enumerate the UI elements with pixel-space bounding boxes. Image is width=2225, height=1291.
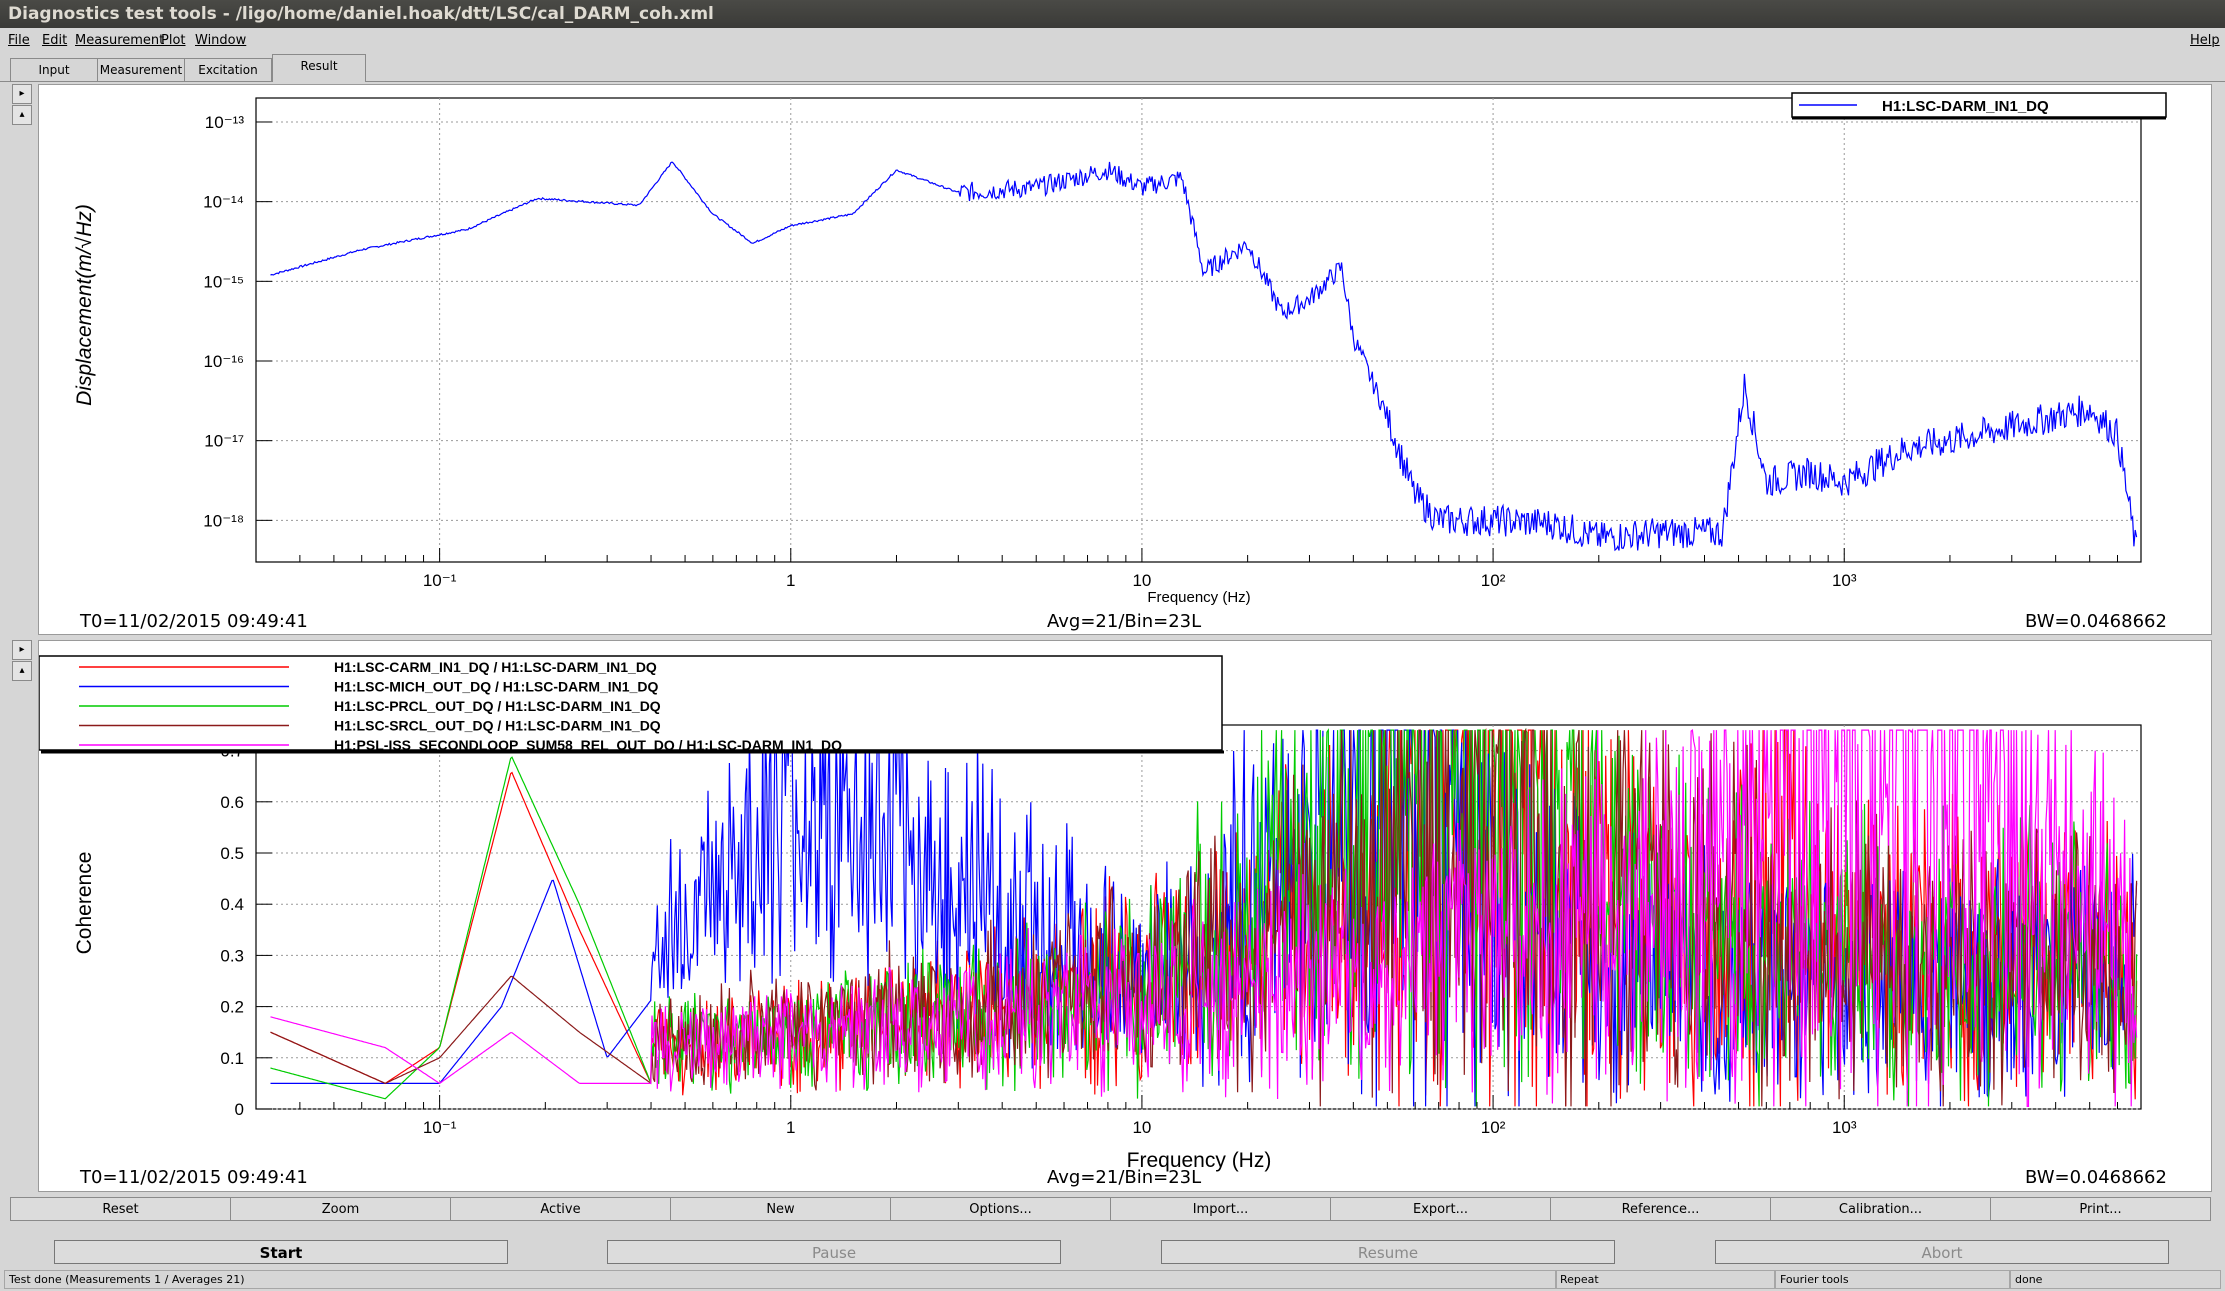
bottom-avg: Avg=21/Bin=23L [1047, 1167, 1202, 1188]
top-bw: BW=0.0468662 [2025, 611, 2167, 632]
top-plot-panel[interactable]: 10⁻¹ 1 10 10² 10³ 10⁻¹³ 10⁻¹⁴ 10⁻¹⁵ 10⁻¹⁶ 10⁻¹⁷ 10… [38, 84, 2212, 635]
menu-edit[interactable]: Edit [42, 28, 67, 54]
pause-button[interactable]: Pause [607, 1240, 1061, 1264]
x-tick-label: 1 [786, 1118, 795, 1137]
import-button[interactable]: Import... [1110, 1197, 1331, 1221]
tab-measurement[interactable]: Measurement [97, 58, 185, 81]
top-y-axis-label: Displacement(m/√Hz) [73, 204, 96, 406]
top-legend-label: H1:LSC-DARM_IN1_DQ [1882, 98, 2049, 115]
x-tick-label: 10² [1481, 1118, 1506, 1137]
y-tick-label: 0.5 [220, 844, 244, 863]
menu-file[interactable]: File [8, 28, 30, 54]
menu-help[interactable]: Help [2190, 28, 2220, 54]
status-state: done [2010, 1270, 2221, 1289]
y-tick-label: 10⁻¹⁴ [203, 193, 244, 212]
bottom-t0: T0=11/02/2015 09:49:41 [80, 1167, 308, 1188]
y-tick-label: 10⁻¹⁷ [204, 432, 244, 451]
y-tick-label: 0.4 [220, 895, 244, 914]
x-tick-label: 10⁻¹ [423, 1118, 457, 1137]
reset-button[interactable]: Reset [10, 1197, 231, 1221]
legend-label: H1:PSL-ISS_SECONDLOOP_SUM58_REL_OUT_DQ /… [334, 737, 842, 753]
options-button[interactable]: Options... [890, 1197, 1111, 1221]
legend-label: H1:LSC-PRCL_OUT_DQ / H1:LSC-DARM_IN1_DQ [334, 698, 661, 714]
y-tick-label: 10⁻¹³ [205, 113, 245, 132]
abort-button[interactable]: Abort [1715, 1240, 2169, 1264]
status-repeat: Repeat [1555, 1270, 1775, 1289]
window-titlebar: Diagnostics test tools - /ligo/home/dani… [0, 0, 2225, 28]
y-tick-label: 10⁻¹⁶ [203, 352, 244, 371]
top-x-axis-label: Frequency (Hz) [1147, 589, 1250, 606]
top-t0: T0=11/02/2015 09:49:41 [80, 611, 308, 632]
bottom-y-axis-label: Coherence [73, 852, 96, 955]
y-tick-label: 0.3 [220, 946, 244, 965]
zoom-button[interactable]: Zoom [230, 1197, 451, 1221]
y-tick-label: 10⁻¹⁸ [203, 511, 244, 530]
x-tick-label: 10 [1132, 571, 1151, 590]
tab-bar: Input Measurement Excitation Result [0, 54, 2225, 82]
legend-label: H1:LSC-MICH_OUT_DQ / H1:LSC-DARM_IN1_DQ [334, 679, 658, 695]
status-bar: Test done (Measurements 1 / Averages 21)… [0, 1268, 2225, 1291]
plot-frame [255, 97, 2142, 563]
menu-plot[interactable]: Plot [161, 28, 186, 54]
coherence-plot[interactable]: 10⁻¹11010²10³0.70.60.50.40.30.20.10 Cohe… [39, 641, 2211, 1191]
top-legend: H1:LSC-DARM_IN1_DQ [1791, 92, 2167, 120]
tab-input[interactable]: Input [10, 58, 98, 81]
x-tick-label: 10² [1481, 571, 1506, 590]
x-tick-label: 1 [786, 571, 795, 590]
menu-bar: File Edit Measurement Plot Window Help [0, 28, 2225, 54]
window-title: Diagnostics test tools - /ligo/home/dani… [8, 4, 714, 24]
bottom-legend: H1:LSC-CARM_IN1_DQ / H1:LSC-DARM_IN1_DQ H… [39, 655, 1224, 754]
x-tick-label: 10³ [1832, 1118, 1857, 1137]
x-tick-label: 10³ [1832, 571, 1857, 590]
new-button[interactable]: New [670, 1197, 891, 1221]
panel2-expand-icon[interactable]: ▸ [12, 640, 32, 660]
panel-collapse-icon[interactable]: ▴ [12, 105, 32, 125]
y-tick-label: 0 [235, 1100, 244, 1119]
bottom-bw: BW=0.0468662 [2025, 1167, 2167, 1188]
panel-expand-up-icon[interactable]: ▸ [12, 84, 32, 104]
psd-plot[interactable]: 10⁻¹ 1 10 10² 10³ 10⁻¹³ 10⁻¹⁴ 10⁻¹⁵ 10⁻¹⁶ 10⁻¹⁷ 10… [39, 85, 2211, 634]
legend-label: H1:LSC-CARM_IN1_DQ / H1:LSC-DARM_IN1_DQ [334, 659, 657, 675]
legend-label: H1:LSC-SRCL_OUT_DQ / H1:LSC-DARM_IN1_DQ [334, 718, 661, 734]
calibration-button[interactable]: Calibration... [1770, 1197, 1991, 1221]
status-message: Test done (Measurements 1 / Averages 21) [4, 1270, 1557, 1289]
menu-measurement[interactable]: Measurement [75, 28, 164, 54]
plot-button-row: Reset Zoom Active New Options... Import.… [10, 1197, 2215, 1223]
y-tick-label: 0.1 [220, 1049, 244, 1068]
x-tick-label: 10 [1132, 1118, 1151, 1137]
y-tick-label: 10⁻¹⁵ [203, 272, 244, 291]
series-line [270, 161, 2138, 552]
menu-window[interactable]: Window [195, 28, 246, 54]
tab-result[interactable]: Result [272, 54, 366, 82]
panel2-collapse-icon[interactable]: ▴ [12, 661, 32, 681]
y-tick-label: 0.2 [220, 998, 244, 1017]
status-tool: Fourier tools [1775, 1270, 2010, 1289]
tab-excitation[interactable]: Excitation [184, 58, 272, 81]
y-tick-label: 0.6 [220, 793, 244, 812]
active-button[interactable]: Active [450, 1197, 671, 1221]
start-button[interactable]: Start [54, 1240, 508, 1264]
top-avg: Avg=21/Bin=23L [1047, 611, 1202, 632]
resume-button[interactable]: Resume [1161, 1240, 1615, 1264]
x-tick-label: 10⁻¹ [423, 571, 457, 590]
bottom-plot-panel[interactable]: 10⁻¹11010²10³0.70.60.50.40.30.20.10 Cohe… [38, 640, 2212, 1192]
reference-button[interactable]: Reference... [1550, 1197, 1771, 1221]
print-button[interactable]: Print... [1990, 1197, 2211, 1221]
export-button[interactable]: Export... [1330, 1197, 1551, 1221]
